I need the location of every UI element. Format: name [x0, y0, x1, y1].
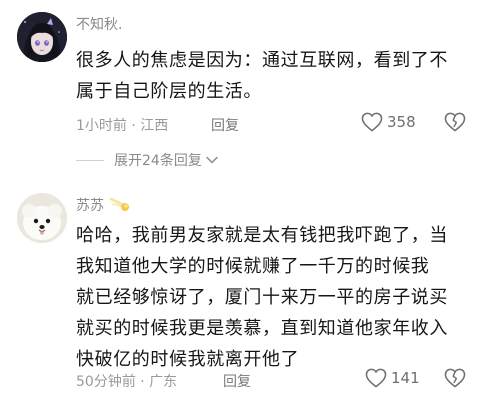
avatar-anime-girl-image: [17, 12, 67, 62]
comment-text-line: 就已经够惊讶了，厦门十来万一平的房子说买: [76, 287, 448, 308]
expand-replies-button[interactable]: 展开24条回复: [76, 150, 219, 170]
heart-outline-icon: [361, 112, 383, 132]
dislike-button[interactable]: [444, 112, 466, 136]
reply-button[interactable]: 回复: [211, 115, 239, 135]
broken-heart-icon: [444, 368, 466, 388]
broken-heart-icon: [444, 112, 466, 132]
comment-username[interactable]: 苏苏: [76, 195, 131, 215]
comment-meta: 50分钟前 · 广东: [76, 371, 177, 391]
comment-thread: 不知秋. 很多人的焦虑是因为：通过互联网，看到了不 属于自己阶层的生活。 1小时…: [0, 0, 489, 404]
meta-separator: ·: [135, 374, 150, 390]
comment-text-line: 很多人的焦虑是因为：通过互联网，看到了不: [76, 50, 448, 71]
avatar-white-dog-image: [17, 193, 67, 243]
reply-button[interactable]: 回复: [223, 371, 251, 391]
like-button[interactable]: 358: [361, 112, 416, 132]
comment-time: 1小时前: [76, 118, 127, 134]
chevron-down-icon: [206, 156, 218, 164]
heart-outline-icon: [365, 368, 387, 388]
comment-meta: 1小时前 · 江西: [76, 115, 168, 135]
like-count: 141: [391, 369, 420, 387]
comment-location: 广东: [149, 374, 178, 390]
comment-text-line: 哈哈，我前男友家就是太有钱把我吓跑了，当: [76, 225, 448, 246]
comment-username-text: 苏苏: [76, 198, 104, 214]
comment-text-line: 就买的时候我更是羡慕，直到知道他家年收入: [76, 318, 448, 339]
comment-time: 50分钟前: [76, 374, 136, 390]
comet-emoji-icon: [110, 197, 130, 211]
dislike-button[interactable]: [444, 368, 466, 392]
avatar[interactable]: [17, 12, 67, 62]
comment-text: 哈哈，我前男友家就是太有钱把我吓跑了，当 我知道他大学的时候就赚了一千万的时候我…: [76, 220, 476, 375]
comment-username[interactable]: 不知秋.: [76, 14, 122, 34]
meta-separator: ·: [126, 118, 141, 134]
like-button[interactable]: 141: [365, 368, 420, 388]
avatar[interactable]: [17, 193, 67, 243]
comment-text-line: 我知道他大学的时候就赚了一千万的时候我: [76, 256, 430, 277]
expand-divider: [76, 159, 104, 161]
comment-text: 很多人的焦虑是因为：通过互联网，看到了不 属于自己阶层的生活。: [76, 45, 476, 107]
expand-replies-label: 展开24条回复: [114, 153, 202, 169]
comment-location: 江西: [140, 118, 169, 134]
comment-text-line: 属于自己阶层的生活。: [76, 81, 262, 102]
like-count: 358: [387, 113, 416, 131]
